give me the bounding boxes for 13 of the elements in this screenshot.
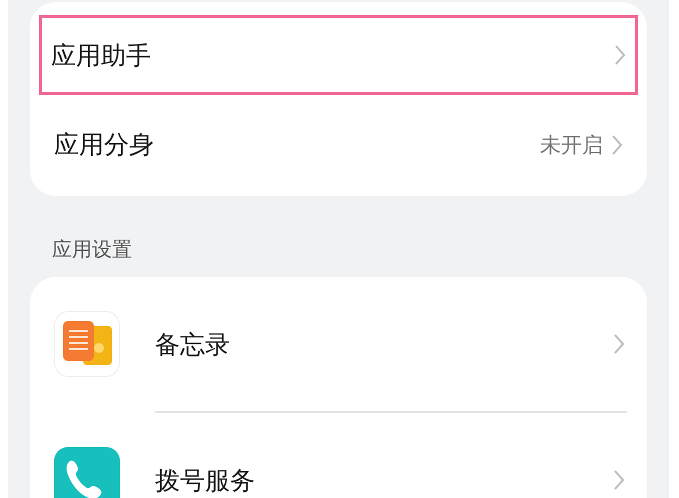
- setting-label: 应用助手: [51, 40, 152, 72]
- setting-label: 应用分身: [54, 129, 155, 161]
- highlighted-setting-row[interactable]: 应用助手: [39, 15, 638, 95]
- notes-app-icon: [54, 311, 120, 377]
- chevron-right-icon: [611, 134, 623, 156]
- app-label[interactable]: 拨号服务: [155, 464, 613, 496]
- setting-value: 未开启: [540, 132, 603, 158]
- setting-row[interactable]: 应用分身 未开启: [39, 95, 638, 194]
- chevron-right-icon: [613, 333, 625, 355]
- chevron-right-icon: [613, 469, 625, 491]
- app-label[interactable]: 备忘录: [155, 328, 613, 360]
- chevron-right-icon: [614, 44, 626, 66]
- section-title: 应用设置: [51, 236, 133, 263]
